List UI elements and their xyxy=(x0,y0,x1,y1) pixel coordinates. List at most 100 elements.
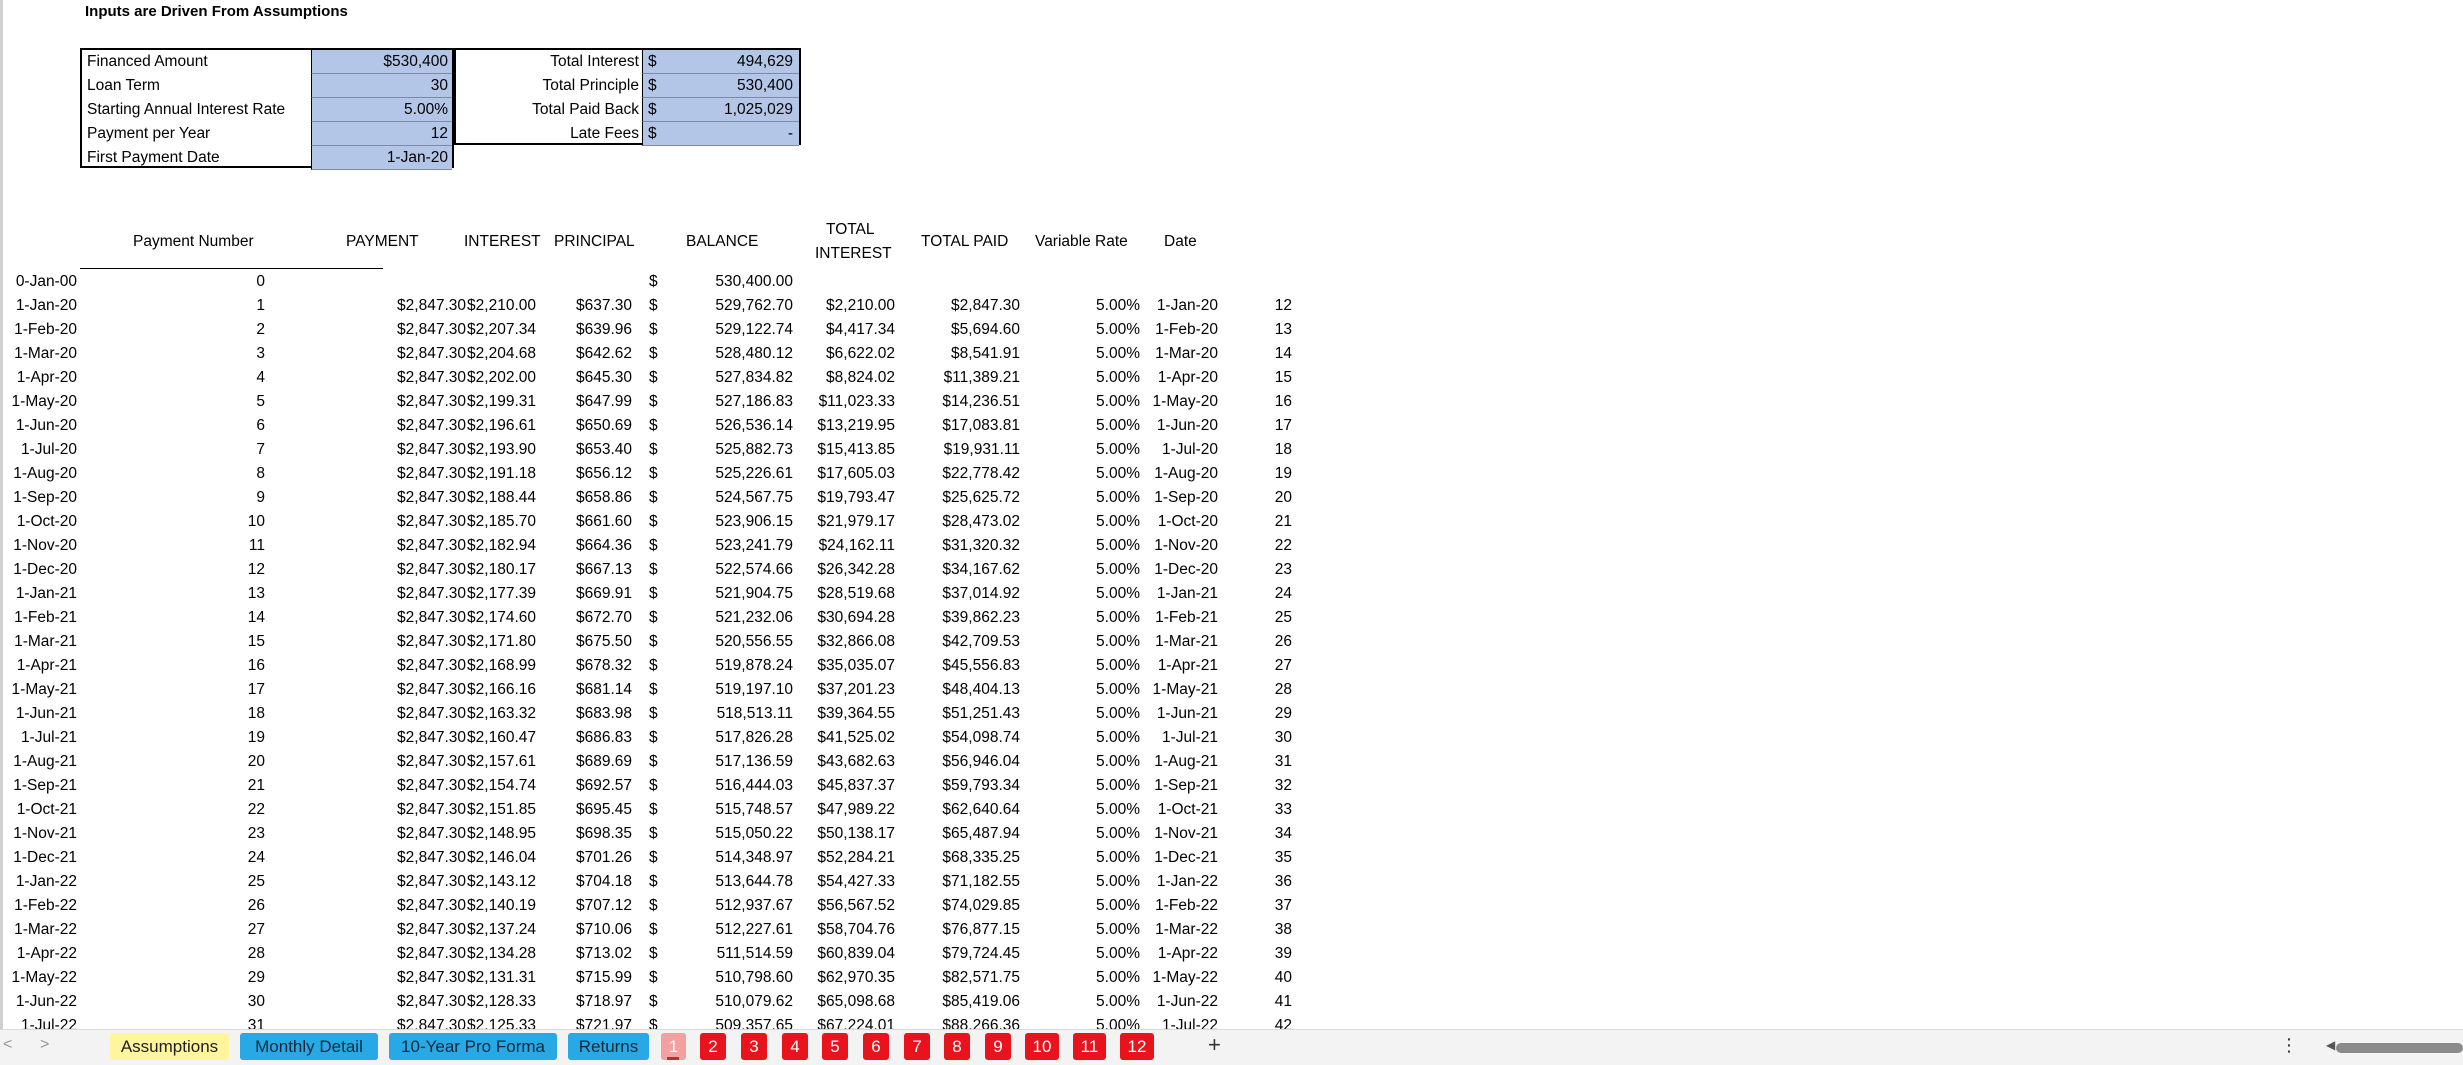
add-sheet-icon[interactable]: + xyxy=(1208,1032,1221,1058)
table-row[interactable]: 1-Jan-22 25 $2,847.30 $2,143.12 $704.18 $513,… xyxy=(0,870,1320,894)
tab-scroll-left-icon[interactable]: < xyxy=(3,1036,12,1054)
tab-returns[interactable]: Returns xyxy=(568,1033,649,1060)
tab-assumptions[interactable]: Assumptions xyxy=(110,1033,229,1060)
table-row[interactable]: 0-Jan-00 0 $530,400.00 xyxy=(0,270,1320,294)
row-date: 1-May-21 xyxy=(11,681,77,698)
balance-amount: 527,834.82 xyxy=(715,369,793,386)
table-row[interactable]: 1-Aug-21 20 $2,847.30 $2,157.61 $689.69 $517,… xyxy=(0,750,1320,774)
total-paid-amount: $25,625.72 xyxy=(942,489,1020,506)
total-interest-amount: $65,098.68 xyxy=(817,993,895,1010)
table-row[interactable]: 1-Dec-21 24 $2,847.30 $2,146.04 $701.26 $514,… xyxy=(0,846,1320,870)
financed-amount-cell[interactable]: $530,400 xyxy=(311,50,452,74)
input-row-loan-term: Loan Term 30 xyxy=(82,74,452,98)
tab-10-year-pro-forma[interactable]: 10-Year Pro Forma xyxy=(389,1033,557,1060)
table-row[interactable]: 1-Mar-22 27 $2,847.30 $2,137.24 $710.06 $512,… xyxy=(0,918,1320,942)
scroll-left-arrow-icon[interactable]: ◀ xyxy=(2326,1038,2335,1052)
table-row[interactable]: 1-Jan-20 1 $2,847.30 $2,210.00 $637.30 $529,7… xyxy=(0,294,1320,318)
table-row[interactable]: 1-Aug-20 8 $2,847.30 $2,191.18 $656.12 $525,2… xyxy=(0,462,1320,486)
table-row[interactable]: 1-Apr-22 28 $2,847.30 $2,134.28 $713.02 $511,… xyxy=(0,942,1320,966)
table-row[interactable]: 1-Jan-21 13 $2,847.30 $2,177.39 $669.91 $521,… xyxy=(0,582,1320,606)
table-row[interactable]: 1-Dec-20 12 $2,847.30 $2,180.17 $667.13 $522,… xyxy=(0,558,1320,582)
tab-4[interactable]: 4 xyxy=(782,1033,808,1060)
interest-rate-cell[interactable]: 5.00% xyxy=(311,98,452,122)
tab-12[interactable]: 12 xyxy=(1120,1033,1154,1060)
rate-date: 1-Jun-20 xyxy=(1156,417,1218,434)
tab-9[interactable]: 9 xyxy=(985,1033,1011,1060)
tab-8[interactable]: 8 xyxy=(944,1033,970,1060)
tab-11[interactable]: 11 xyxy=(1073,1033,1106,1060)
payment-number: 26 xyxy=(247,897,265,914)
balance-amount: 512,937.67 xyxy=(715,897,793,914)
total-paid-back-cell[interactable]: $1,025,029 xyxy=(642,98,799,122)
principal-amount: $701.26 xyxy=(575,849,632,866)
balance-amount: 525,226.61 xyxy=(715,465,793,482)
total-interest-amount: $52,284.21 xyxy=(817,849,895,866)
table-row[interactable]: 1-Nov-20 11 $2,847.30 $2,182.94 $664.36 $523,… xyxy=(0,534,1320,558)
spreadsheet-grid[interactable]: Inputs are Driven From Assumptions Finan… xyxy=(0,0,2463,1029)
tab-1[interactable]: 1 xyxy=(661,1033,686,1060)
tab-7[interactable]: 7 xyxy=(904,1033,930,1060)
table-row[interactable]: 1-May-22 29 $2,847.30 $2,131.31 $715.99 $510,… xyxy=(0,966,1320,990)
summary-value: - xyxy=(787,125,793,142)
table-row[interactable]: 1-Feb-22 26 $2,847.30 $2,140.19 $707.12 $512,… xyxy=(0,894,1320,918)
table-row[interactable]: 1-Jul-20 7 $2,847.30 $2,193.90 $653.40 $525,8… xyxy=(0,438,1320,462)
payments-per-year-cell[interactable]: 12 xyxy=(311,122,452,146)
total-interest-amount: $37,201.23 xyxy=(817,681,895,698)
more-options-icon[interactable]: ⋮ xyxy=(2280,1035,2298,1056)
header-interest: INTEREST xyxy=(464,233,541,250)
first-payment-date-cell[interactable]: 1-Jan-20 xyxy=(311,146,452,170)
tab-5[interactable]: 5 xyxy=(822,1033,848,1060)
tab-scroll-right-icon[interactable]: > xyxy=(40,1036,49,1054)
table-row[interactable]: 1-May-21 17 $2,847.30 $2,166.16 $681.14 $519,… xyxy=(0,678,1320,702)
payment-amount: $2,847.30 xyxy=(397,321,466,338)
tab-monthly-detail[interactable]: Monthly Detail xyxy=(240,1033,378,1060)
interest-amount: $2,146.04 xyxy=(467,849,536,866)
table-row[interactable]: 1-Nov-21 23 $2,847.30 $2,148.95 $698.35 $515,… xyxy=(0,822,1320,846)
late-fees-cell[interactable]: $ - xyxy=(642,122,799,146)
table-row[interactable]: 1-Jun-21 18 $2,847.30 $2,163.32 $683.98 $518,… xyxy=(0,702,1320,726)
payment-amount: $2,847.30 xyxy=(397,489,466,506)
total-interest-cell[interactable]: $494,629 xyxy=(642,50,799,74)
tab-3[interactable]: 3 xyxy=(741,1033,767,1060)
table-row[interactable]: 1-May-20 5 $2,847.30 $2,199.31 $647.99 $527,1… xyxy=(0,390,1320,414)
total-paid-amount: $68,335.25 xyxy=(942,849,1020,866)
tab-10[interactable]: 10 xyxy=(1025,1033,1059,1060)
table-row[interactable]: 1-Mar-20 3 $2,847.30 $2,204.68 $642.62 $528,4… xyxy=(0,342,1320,366)
balance-amount: 517,136.59 xyxy=(715,753,793,770)
principal-amount: $647.99 xyxy=(575,393,632,410)
table-row[interactable]: 1-Feb-20 2 $2,847.30 $2,207.34 $639.96 $529,1… xyxy=(0,318,1320,342)
total-interest-amount: $50,138.17 xyxy=(817,825,895,842)
table-row[interactable]: 1-Feb-21 14 $2,847.30 $2,174.60 $672.70 $521,… xyxy=(0,606,1320,630)
principal-amount: $721.97 xyxy=(575,1017,632,1029)
payment-amount: $2,847.30 xyxy=(397,825,466,842)
header-payment: PAYMENT xyxy=(346,233,419,250)
tab-6[interactable]: 6 xyxy=(863,1033,889,1060)
table-row[interactable]: 1-Jul-21 19 $2,847.30 $2,160.47 $686.83 $517,… xyxy=(0,726,1320,750)
table-row[interactable]: 1-Jun-20 6 $2,847.30 $2,196.61 $650.69 $526,5… xyxy=(0,414,1320,438)
rate-date: 1-May-22 xyxy=(1152,969,1218,986)
header-total-paid: TOTAL PAID xyxy=(921,233,1009,250)
header-balance: BALANCE xyxy=(686,233,759,250)
table-row[interactable]: 1-Apr-20 4 $2,847.30 $2,202.00 $645.30 $527,8… xyxy=(0,366,1320,390)
currency-symbol: $ xyxy=(649,897,658,914)
total-interest-amount: $45,837.37 xyxy=(817,777,895,794)
table-row[interactable]: 1-Apr-21 16 $2,847.30 $2,168.99 $678.32 $519,… xyxy=(0,654,1320,678)
total-interest-amount: $58,704.76 xyxy=(817,921,895,938)
horizontal-scrollbar-thumb[interactable] xyxy=(2336,1043,2463,1053)
total-principle-cell[interactable]: $530,400 xyxy=(642,74,799,98)
table-row[interactable]: 1-Sep-20 9 $2,847.30 $2,188.44 $658.86 $524,5… xyxy=(0,486,1320,510)
table-row[interactable]: 1-Oct-20 10 $2,847.30 $2,185.70 $661.60 $523,… xyxy=(0,510,1320,534)
table-row[interactable]: 1-Oct-21 22 $2,847.30 $2,151.85 $695.45 $515,… xyxy=(0,798,1320,822)
principal-amount: $718.97 xyxy=(575,993,632,1010)
tab-2[interactable]: 2 xyxy=(700,1033,726,1060)
currency-symbol: $ xyxy=(649,681,658,698)
summary-label: Total Paid Back xyxy=(532,101,639,118)
total-paid-amount: $88,266.36 xyxy=(942,1017,1020,1029)
principal-amount: $672.70 xyxy=(575,609,632,626)
table-row[interactable]: 1-Jul-22 31 $2,847.30 $2,125.33 $721.97 $509,… xyxy=(0,1014,1320,1029)
table-row[interactable]: 1-Mar-21 15 $2,847.30 $2,171.80 $675.50 $520,… xyxy=(0,630,1320,654)
interest-amount: $2,210.00 xyxy=(467,297,536,314)
loan-term-cell[interactable]: 30 xyxy=(311,74,452,98)
table-row[interactable]: 1-Sep-21 21 $2,847.30 $2,154.74 $692.57 $516,… xyxy=(0,774,1320,798)
table-row[interactable]: 1-Jun-22 30 $2,847.30 $2,128.33 $718.97 $510,… xyxy=(0,990,1320,1014)
